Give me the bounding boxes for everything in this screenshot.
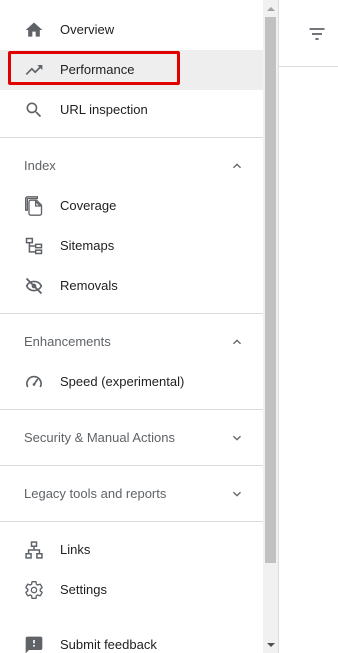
divider (0, 521, 263, 522)
nav-item-links[interactable]: Links (0, 530, 263, 570)
scroll-thumb[interactable] (265, 17, 276, 563)
nav-item-submit-feedback[interactable]: Submit feedback (0, 625, 263, 653)
section-legacy[interactable]: Legacy tools and reports (0, 474, 263, 514)
section-enhancements[interactable]: Enhancements (0, 322, 263, 362)
section-label: Index (24, 158, 56, 173)
filter-icon[interactable] (307, 24, 327, 44)
nav-item-overview[interactable]: Overview (0, 10, 263, 50)
nav-item-coverage[interactable]: Coverage (0, 186, 263, 226)
nav-item-label: Settings (60, 582, 107, 597)
section-index[interactable]: Index (0, 146, 263, 186)
main-content (278, 0, 338, 653)
divider (0, 313, 263, 314)
nav-item-settings[interactable]: Settings (0, 570, 263, 610)
home-icon (24, 20, 44, 40)
nav-item-label: Links (60, 542, 91, 557)
filter-bar (279, 0, 338, 67)
search-icon (24, 100, 44, 120)
nav-item-label: Submit feedback (60, 637, 157, 652)
gear-icon (24, 580, 44, 600)
section-label: Legacy tools and reports (24, 486, 167, 501)
copy-icon (24, 196, 44, 216)
nav-item-url-inspection[interactable]: URL inspection (0, 90, 263, 130)
nav-item-speed[interactable]: Speed (experimental) (0, 362, 263, 402)
visibility-off-icon (24, 276, 44, 296)
divider (0, 465, 263, 466)
section-label: Enhancements (24, 334, 111, 349)
nav-item-label: Sitemaps (60, 238, 115, 253)
links-icon (24, 540, 44, 560)
section-security[interactable]: Security & Manual Actions (0, 418, 263, 458)
section-label: Security & Manual Actions (24, 430, 176, 445)
chevron-up-icon (233, 339, 241, 345)
chevron-down-icon (233, 435, 241, 441)
nav-item-label: Removals (60, 278, 118, 293)
sidebar-nav: Overview Performance URL inspection Inde… (0, 0, 263, 653)
nav-item-removals[interactable]: Removals (0, 266, 263, 306)
scrollbar[interactable] (263, 0, 278, 653)
scroll-up-arrow-icon[interactable] (263, 0, 278, 17)
speedometer-icon (24, 372, 44, 392)
nav-item-label: Speed (experimental) (60, 374, 185, 389)
scroll-down-arrow-icon[interactable] (263, 636, 278, 653)
chevron-down-icon (233, 491, 241, 497)
nav-item-sitemaps[interactable]: Sitemaps (0, 226, 263, 266)
divider (0, 409, 263, 410)
chevron-up-icon (233, 163, 241, 169)
divider (0, 137, 263, 138)
sitemap-icon (24, 236, 44, 256)
nav-item-label: Overview (60, 22, 115, 37)
feedback-icon (24, 635, 44, 653)
nav-item-label: URL inspection (60, 102, 148, 117)
highlight-box (8, 51, 180, 85)
nav-item-label: Coverage (60, 198, 117, 213)
